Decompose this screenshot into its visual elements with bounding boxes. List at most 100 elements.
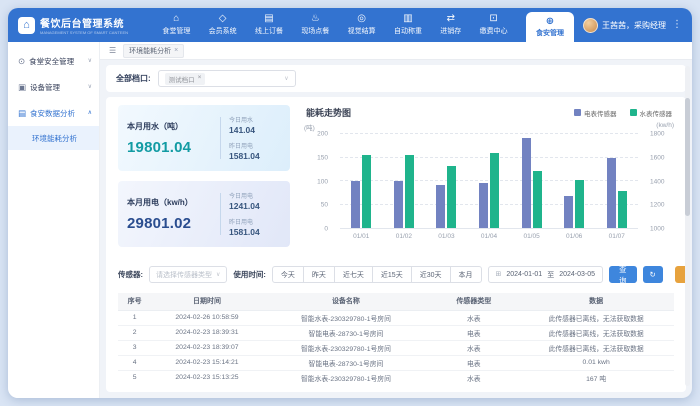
content-area: 环境能耗分析 全部档口: 测试档口: [100, 42, 692, 398]
range-last7-button[interactable]: 近七天: [334, 266, 373, 283]
electric-bar: [394, 181, 403, 228]
nav-item[interactable]: 线上订餐: [255, 14, 283, 36]
table-cell: 此传感器已离线，无法获取数据: [518, 310, 674, 325]
collapse-menu-icon[interactable]: [109, 47, 116, 55]
dine-in-icon: [311, 14, 320, 24]
table-cell: 3: [118, 340, 151, 355]
app-subtitle: MANAGEMENT SYSTEM OF SMART CANTEEN: [40, 30, 128, 35]
water-bar: [575, 180, 584, 228]
nav-item-food-safety[interactable]: 食安管理: [526, 12, 574, 42]
water-month-card: 本月用水（吨） 19801.04 今日用水 141.04 昨日用电: [118, 105, 290, 171]
bar-group: [595, 134, 638, 228]
table-row[interactable]: 12024-02-26 10:58:59智能水表-230329780-1号房间水…: [118, 310, 674, 325]
nav-item[interactable]: 自动称重: [394, 14, 422, 36]
stall-select[interactable]: 测试档口: [158, 70, 296, 87]
sidebar-item[interactable]: 食安数据分析: [8, 100, 99, 126]
x-axis-label: 01/07: [595, 230, 638, 242]
water-bar: [490, 153, 499, 228]
electric-bar: [479, 183, 488, 228]
electric-bar: [564, 196, 573, 228]
analysis-icon: [18, 109, 26, 118]
logo-icon: [18, 17, 35, 34]
tab-env-energy-analysis[interactable]: 环境能耗分析: [123, 44, 184, 58]
power-card-title: 本月用电（kw/h）: [127, 197, 212, 208]
date-range-picker[interactable]: 2024-01-01 至 2024-03-05: [488, 266, 604, 283]
range-yesterday-button[interactable]: 昨天: [303, 266, 335, 283]
table-cell: 2024-02-23 15:13:25: [151, 370, 262, 384]
nav-item[interactable]: 视觉结算: [348, 14, 376, 36]
tab-strip: 环境能耗分析: [100, 42, 692, 60]
x-axis-label: 01/05: [510, 230, 553, 242]
sidebar-item[interactable]: 设备管理: [8, 74, 99, 100]
nav-item-label: 进销存: [440, 26, 461, 36]
water-bar: [362, 155, 371, 228]
table-cell: 0.01 kwh: [518, 355, 674, 370]
scrollbar[interactable]: [685, 66, 690, 386]
legend-item[interactable]: 水表传感器: [630, 108, 673, 118]
table-row[interactable]: 32024-02-23 18:39:07智能水表-230329780-1号房间水…: [118, 340, 674, 355]
nav-item[interactable]: 缴费中心: [480, 14, 508, 36]
nav-item[interactable]: 食堂管理: [162, 14, 190, 36]
nav-item[interactable]: 现场点餐: [301, 14, 329, 36]
table-cell: 智能电表-28730-1号房间: [263, 355, 430, 370]
range-thismonth-button[interactable]: 本月: [450, 266, 482, 283]
table-row[interactable]: 42024-02-23 15:14:21智能电表-28730-1号房间电表0.0…: [118, 355, 674, 370]
table-header-cell: 序号: [118, 293, 151, 310]
power-today-label: 今日用电: [229, 191, 281, 200]
data-table-wrap: 序号日期时间设备名称传感器类型数据12024-02-26 10:58:59智能水…: [118, 293, 674, 384]
bar-group: [510, 134, 553, 228]
range-last15-button[interactable]: 近15天: [372, 266, 412, 283]
table-cell: 智能水表-230329780-1号房间: [263, 310, 430, 325]
table-row[interactable]: 22024-02-23 18:39:31智能电表-28730-1号房间电表此传感…: [118, 325, 674, 340]
auto-weigh-icon: [403, 14, 412, 24]
table-header-cell: 数据: [518, 293, 674, 310]
legend-swatch: [630, 109, 637, 116]
tag-close-icon[interactable]: [198, 75, 202, 82]
legend-swatch: [574, 109, 581, 116]
chevron-down-icon: [88, 58, 92, 64]
scrollbar-thumb[interactable]: [685, 98, 690, 216]
table-cell: 2024-02-23 15:14:21: [151, 355, 262, 370]
power-yesterday-label: 昨日用电: [229, 217, 281, 226]
y-axis-tick-right: 1800: [650, 131, 664, 138]
payment-icon: [489, 14, 497, 24]
table-row[interactable]: 52024-02-23 15:13:25智能水表-230329780-1号房间水…: [118, 370, 674, 384]
sensor-type-select[interactable]: 请选择传感器类型: [149, 266, 227, 283]
chart-legend: 电表传感器 水表传感器: [574, 108, 672, 118]
member-icon: [219, 14, 227, 24]
kebab-menu-icon[interactable]: [672, 20, 682, 30]
table-cell: 此传感器已离线，无法获取数据: [518, 325, 674, 340]
search-button[interactable]: 查询: [609, 266, 637, 283]
online-order-icon: [264, 14, 273, 24]
refresh-button[interactable]: [643, 266, 663, 283]
close-icon[interactable]: [174, 47, 178, 54]
x-axis-label: 01/01: [340, 230, 383, 242]
table-cell: 智能水表-230329780-1号房间: [263, 370, 430, 384]
range-today-button[interactable]: 今天: [272, 266, 304, 283]
water-card-value: 19801.04: [127, 139, 212, 156]
date-start: 2024-01-01: [506, 271, 542, 278]
range-last30-button[interactable]: 近30天: [411, 266, 451, 283]
water-card-title: 本月用水（吨）: [127, 121, 212, 132]
main-panel: 本月用水（吨） 19801.04 今日用水 141.04 昨日用电: [106, 97, 686, 392]
x-axis-labels: 01/0101/0201/0301/0401/0501/0601/07: [340, 230, 638, 242]
water-bar: [618, 191, 627, 228]
table-header-cell: 设备名称: [263, 293, 430, 310]
x-axis-label: 01/06: [553, 230, 596, 242]
legend-item[interactable]: 电表传感器: [574, 108, 617, 118]
sidebar-subitem[interactable]: 环境能耗分析: [8, 126, 99, 150]
y-axis-tick-left: 200: [317, 131, 328, 138]
table-cell: 水表: [429, 340, 518, 355]
electric-bar: [351, 181, 360, 228]
y-axis-tick-left: 150: [317, 154, 328, 161]
y-axis-tick-left: 0: [324, 226, 328, 233]
app-logo: 餐饮后台管理系统 MANAGEMENT SYSTEM OF SMART CANT…: [8, 15, 144, 35]
bar-group: [468, 134, 511, 228]
nav-item[interactable]: 进销存: [440, 14, 461, 36]
table-cell: 5: [118, 370, 151, 384]
nav-item[interactable]: 会员系统: [209, 14, 237, 36]
date-join: 至: [547, 270, 554, 280]
user-menu[interactable]: 王茜茜，采购经理: [574, 18, 692, 33]
legend-label: 水表传感器: [640, 108, 673, 118]
sidebar-item[interactable]: 食堂安全管理: [8, 48, 99, 74]
